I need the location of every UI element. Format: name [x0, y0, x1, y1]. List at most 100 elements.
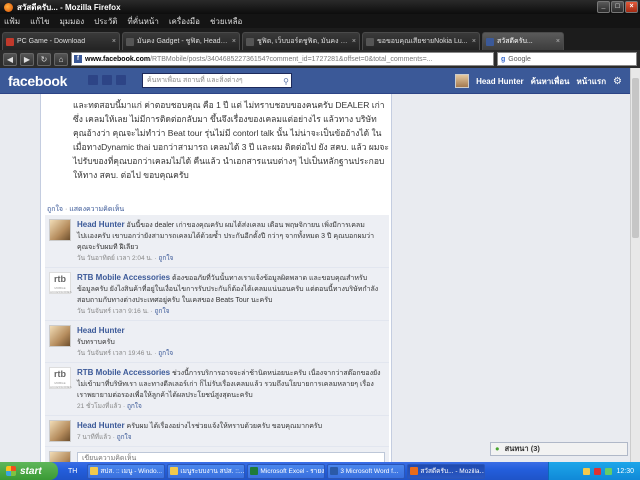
rtb-logo: rtb — [54, 274, 66, 284]
tab-facebook[interactable]: สวัสดีครับ... × — [482, 32, 564, 50]
comment-like-link[interactable]: ถูกใจ — [117, 434, 132, 441]
online-status-icon: ● — [495, 444, 500, 453]
taskbar-item[interactable]: 3 Microsoft Word f... — [327, 463, 406, 479]
back-button[interactable]: ◀ — [3, 52, 17, 66]
comment-item: Head Hunter ครับผม ได้เรื่องอย่างไรช่วยแ… — [45, 416, 389, 447]
avatar[interactable] — [49, 219, 71, 241]
tab-pc-game[interactable]: PC Game - Download × — [2, 32, 120, 50]
taskbar-item[interactable]: สปส. :: เมนู - Windo... — [87, 463, 166, 479]
rtb-logo-sub: MOBILE ACCESSORIES — [50, 286, 72, 294]
header-nav: Head Hunter ค้นหาเพื่อน หน้าแรก ⚙ — [455, 74, 622, 88]
profile-link[interactable]: Head Hunter — [476, 77, 524, 86]
taskbar-item[interactable]: เมนูระบบงาน สปส. ::... — [167, 463, 246, 479]
vertical-scrollbar[interactable] — [630, 68, 640, 462]
gear-icon[interactable]: ⚙ — [613, 76, 622, 87]
friend-requests-icon[interactable] — [88, 75, 98, 85]
comment-input[interactable]: เขียนความคิดเห็น — [77, 452, 385, 462]
taskbar-item[interactable]: Microsoft Excel - รายง... — [247, 463, 326, 479]
tab-gadget[interactable]: มันคง Gadget - ชูฟิต, Headp... × — [122, 32, 240, 50]
post-body: และทดสอบนี้มาแก่ ค่าตอบชอบคุณ คือ 1 ปี แ… — [73, 100, 389, 180]
comment-author[interactable]: Head Hunter — [77, 326, 125, 335]
system-tray: 12:30 — [548, 462, 640, 480]
start-label: start — [20, 465, 42, 477]
comment-item: Head Hunter อันนี้ของ dealer เก่าของคุณค… — [45, 215, 389, 268]
word-icon — [330, 467, 339, 475]
avatar[interactable] — [49, 420, 71, 442]
taskbar-item[interactable]: สวัสดีครับ... - Mozilla... — [407, 463, 486, 479]
notifications-icon[interactable] — [116, 75, 126, 85]
comment-list: Head Hunter อันนี้ของ dealer เก่าของคุณค… — [45, 215, 389, 462]
tab-close-icon[interactable]: × — [352, 38, 356, 45]
tab-label: ขอขอบคุณเสียชายNokia Lu... — [377, 38, 468, 45]
comment-text: รับทราบครับ — [77, 339, 115, 346]
comment-like-link[interactable]: ถูกใจ — [127, 403, 142, 410]
avatar[interactable] — [455, 74, 470, 88]
comment-time[interactable]: 21 ชั่วโมงที่แล้ว — [77, 403, 121, 410]
url-bar[interactable]: f www.facebook.com /RTBMobile/posts/3404… — [71, 52, 494, 66]
url-path: /RTBMobile/posts/340468522736154?comment… — [150, 55, 433, 63]
menu-help[interactable]: ช่วยเหลือ — [210, 15, 242, 28]
tab-close-icon[interactable]: × — [472, 38, 476, 45]
comment-time[interactable]: วัน วันจันทร์ เวลา 9:16 น. — [77, 308, 149, 315]
menu-edit[interactable]: แก้ไข — [30, 15, 50, 28]
comment-author[interactable]: RTB Mobile Accessories — [77, 368, 170, 377]
navigation-bar: ◀ ▶ ↻ ⌂ f www.facebook.com /RTBMobile/po… — [0, 50, 640, 68]
taskbar-item-label: สปส. :: เมนู - Windo... — [100, 468, 163, 475]
search-icon[interactable]: ⚲ — [283, 75, 289, 88]
tab-favicon — [6, 37, 14, 46]
tray-icon[interactable] — [594, 467, 602, 475]
menu-file[interactable]: แฟ้ม — [4, 15, 20, 28]
comment-author[interactable]: Head Hunter — [77, 220, 125, 229]
menu-history[interactable]: ประวัติ — [94, 15, 117, 28]
forward-button[interactable]: ▶ — [20, 52, 34, 66]
avatar[interactable]: rtb MOBILE ACCESSORIES — [49, 272, 72, 294]
tray-icon[interactable] — [605, 467, 613, 475]
tab-nokia[interactable]: ขอขอบคุณเสียชายNokia Lu... × — [362, 32, 480, 50]
comment-like-link[interactable]: ถูกใจ — [155, 308, 170, 315]
home-link[interactable]: หน้าแรก — [577, 75, 607, 88]
menu-view[interactable]: มุมมอง — [60, 15, 85, 28]
tab-close-icon[interactable]: × — [556, 38, 560, 45]
language-indicator[interactable]: TH — [68, 468, 77, 475]
facebook-search-input[interactable]: ค้นหาเพื่อน สถานที่ และสิ่งต่างๆ ⚲ — [142, 73, 292, 88]
comment-item: Head Hunter รับทราบครับ วัน วันจันทร์ เว… — [45, 321, 389, 363]
browser-search-input[interactable]: g Google — [497, 52, 637, 66]
comment-link[interactable]: แสดงความคิดเห็น — [69, 206, 124, 213]
facebook-logo[interactable]: facebook — [8, 73, 67, 89]
window-controls: _ □ × — [597, 1, 638, 13]
taskbar-items: สปส. :: เมนู - Windo... เมนูระบบงาน สปส.… — [87, 463, 486, 479]
like-link[interactable]: ถูกใจ — [47, 206, 63, 213]
tab-close-icon[interactable]: × — [232, 38, 236, 45]
taskbar-item-label: 3 Microsoft Word f... — [340, 467, 399, 475]
comment-like-link[interactable]: ถูกใจ — [158, 255, 173, 262]
maximize-button[interactable]: □ — [611, 1, 624, 13]
comment-like-link[interactable]: ถูกใจ — [158, 350, 173, 357]
avatar[interactable] — [49, 325, 71, 347]
tray-icon[interactable] — [583, 467, 591, 475]
chat-bar[interactable]: ● สนทนา (3) — [490, 442, 628, 456]
start-button[interactable]: start — [0, 462, 58, 480]
menu-bookmarks[interactable]: ที่คั่นหน้า — [127, 15, 158, 28]
clock[interactable]: 12:30 — [616, 468, 634, 475]
windows-taskbar: start TH สปส. :: เมนู - Windo... เมนูระบ… — [0, 462, 640, 480]
comment-time[interactable]: วัน วันอาทิตย์ เวลา 2:04 น. — [77, 255, 153, 262]
comment-time[interactable]: วัน วันจันทร์ เวลา 19:46 น. — [77, 350, 152, 357]
comment-text: ครับผม ได้เรื่องอย่างไรช่วยแจ้งให้ทราบด้… — [126, 423, 323, 430]
comment-author[interactable]: RTB Mobile Accessories — [77, 273, 170, 282]
tab-close-icon[interactable]: × — [112, 38, 116, 45]
excel-icon — [250, 467, 259, 475]
menu-tools[interactable]: เครื่องมือ — [169, 15, 200, 28]
close-button[interactable]: × — [625, 1, 638, 13]
chat-label: สนทนา (3) — [504, 444, 540, 453]
comment-meta: 7 นาทีที่แล้ว · ถูกใจ — [77, 434, 132, 441]
avatar[interactable]: rtb MOBILE ACCESSORIES — [49, 367, 72, 389]
scrollbar-thumb[interactable] — [632, 78, 639, 238]
find-friends-link[interactable]: ค้นหาเพื่อน — [531, 75, 570, 88]
comment-author[interactable]: Head Hunter — [77, 421, 125, 430]
tab-webboard[interactable]: ชูฟิต, เว็บบอร์ดชูฟิต, มันคง G... × — [242, 32, 360, 50]
comment-time[interactable]: 7 นาทีที่แล้ว — [77, 434, 111, 441]
home-button[interactable]: ⌂ — [54, 52, 68, 66]
minimize-button[interactable]: _ — [597, 1, 610, 13]
reload-button[interactable]: ↻ — [37, 52, 51, 66]
messages-icon[interactable] — [102, 75, 112, 85]
